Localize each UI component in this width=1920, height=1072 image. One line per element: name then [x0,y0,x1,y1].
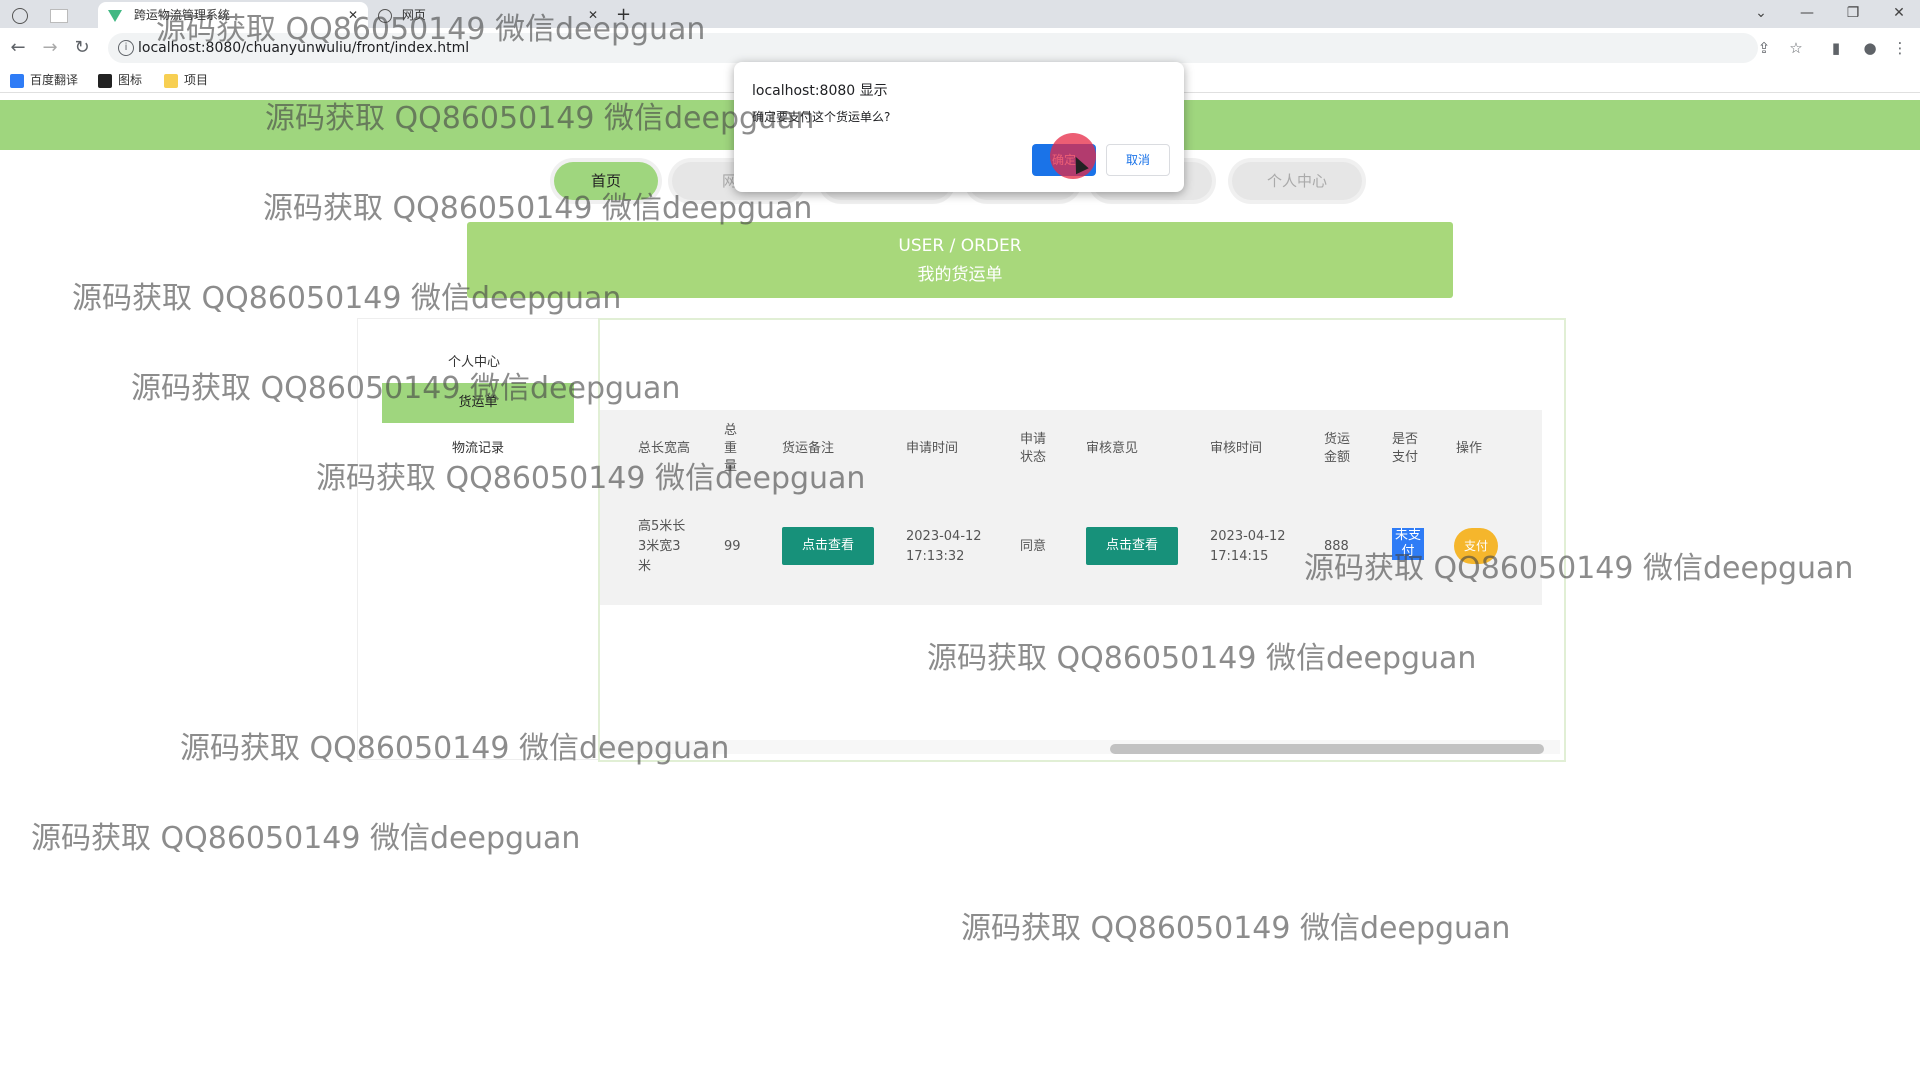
unpaid-badge: 未支 付 [1392,528,1424,560]
page-icon [50,8,68,23]
orders-panel: 总长宽高 总 重 量 货运备注 申请时间 申请 状态 审核意见 审核时间 货运 … [598,318,1566,762]
click-highlight-indicator [1050,133,1096,179]
cell-apply-time: 2023-04-12 17:13:32 [906,528,982,564]
user-sidebar: 个人中心 货运单 物流记录 [357,318,599,760]
translate-icon [10,73,24,88]
globe-icon [12,7,28,24]
image-icon [98,73,112,88]
browser-tab-4[interactable]: 网页 ✕ [370,2,598,28]
scrollbar-thumb[interactable] [1110,744,1544,754]
dialog-message: 确定要支付这个货运单么? [752,110,891,124]
cell-status: 同意 [1020,538,1047,554]
page-banner: USER / ORDER 我的货运单 [467,222,1453,298]
orders-table: 总长宽高 总 重 量 货运备注 申请时间 申请 状态 审核意见 审核时间 货运 … [600,410,1542,605]
tab-search-icon[interactable]: ⌄ [1738,0,1784,28]
column-header-remark: 货运备注 [782,441,835,456]
cancel-button[interactable]: 取消 [1106,144,1170,176]
browser-tab-title: 跨运物流管理系统 [133,8,230,22]
view-remark-button[interactable]: 点击查看 [782,527,874,565]
side-panel-icon[interactable]: ▮ [1824,36,1848,60]
close-tab-icon[interactable]: ✕ [588,2,598,28]
vue-logo-icon [108,9,122,22]
cell-review-time: 2023-04-12 17:14:15 [1210,528,1286,564]
bookmark-folder-project[interactable]: 项目 [164,70,208,90]
column-header-paid: 是否 支付 [1392,432,1419,465]
browser-tab-active[interactable]: 跨运物流管理系统 ✕ [98,2,368,28]
new-tab-button[interactable]: + [616,2,636,28]
pay-button[interactable]: 支付 [1454,528,1498,564]
back-arrow-icon[interactable]: ← [6,36,30,60]
sidebar-item-logistics[interactable]: 物流记录 [382,429,574,469]
cell-size: 高5米长 3米宽3 米 [638,518,686,574]
star-icon[interactable]: ☆ [1784,36,1808,60]
more-menu-icon[interactable]: ⋮ [1888,36,1912,60]
browser-tab-title: 网页 [401,8,426,22]
bookmark-label: 项目 [184,73,209,87]
nav-item-user-center[interactable]: 个人中心 [1232,162,1362,200]
column-header-amount: 货运 金额 [1324,432,1351,465]
sidebar-item-orders[interactable]: 货运单 [382,383,574,423]
forward-arrow-icon[interactable]: → [38,36,62,60]
banner-subtitle-en: USER / ORDER [898,236,1022,256]
column-header-status: 申请 状态 [1020,432,1047,465]
share-icon[interactable]: ⇪ [1752,36,1776,60]
url-text: localhost:8080/chuanyunwuliu/front/index… [138,40,470,56]
browser-tab-strip: 跨运物流管理系统 ✕ 网页 ✕ + ⌄ — ❐ ✕ [0,0,1920,28]
bookmark-icons[interactable]: 图标 [98,70,142,90]
bookmark-label: 百度翻译 [30,73,79,87]
bookmark-label: 图标 [118,73,143,87]
view-review-button[interactable]: 点击查看 [1086,527,1178,565]
folder-icon [164,73,178,88]
column-header-action: 操作 [1456,441,1483,456]
profile-avatar-icon[interactable]: ● [1858,36,1882,60]
cell-amount: 888 [1324,538,1349,554]
close-tab-icon[interactable]: ✕ [348,2,358,28]
watermark-text: 源码获取 QQ86050149 微信deepguan [961,911,1511,946]
column-header-weight: 总 重 量 [724,423,738,474]
url-field[interactable]: i localhost:8080/chuanyunwuliu/front/ind… [108,33,1758,63]
dialog-title: localhost:8080 显示 [752,83,888,99]
column-header-size: 总长宽高 [638,441,691,456]
column-header-apply-time: 申请时间 [906,441,959,456]
column-header-review-time: 审核时间 [1210,441,1263,456]
sidebar-title: 个人中心 [448,355,501,370]
confirm-dialog: localhost:8080 显示 确定要支付这个货运单么? 确定 取消 [734,62,1184,192]
browser-tab-1[interactable] [12,2,42,28]
globe-icon [378,8,392,23]
info-icon[interactable]: i [118,40,134,56]
column-header-review: 审核意见 [1086,441,1139,456]
bookmark-baidu-translate[interactable]: 百度翻译 [10,70,78,90]
cell-weight: 99 [724,538,741,554]
page-title: 我的货运单 [917,265,1003,285]
nav-item-home[interactable]: 首页 [554,162,658,200]
browser-tab-2[interactable] [50,2,90,28]
watermark-text: 源码获取 QQ86050149 微信deepguan [31,821,581,856]
close-window-button[interactable]: ✕ [1876,0,1920,28]
reload-icon[interactable]: ↻ [70,36,94,60]
restore-button[interactable]: ❐ [1830,0,1876,28]
minimize-button[interactable]: — [1784,0,1830,28]
